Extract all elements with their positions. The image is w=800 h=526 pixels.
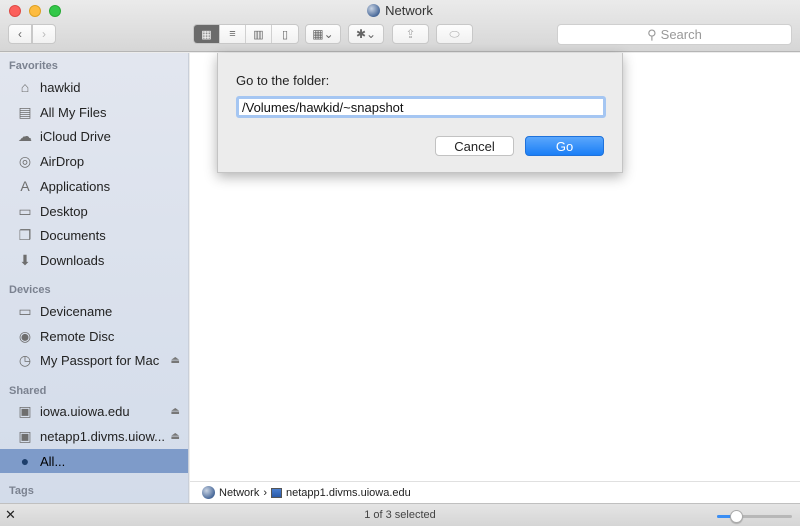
sidebar-item-label: All My Files bbox=[40, 104, 107, 120]
sidebar-item-airdrop[interactable]: ◎ AirDrop bbox=[0, 149, 188, 173]
sidebar-item-label: Downloads bbox=[40, 252, 105, 268]
sidebar-item-devicename[interactable]: ▭ Devicename bbox=[0, 299, 188, 323]
tag-icon: ⬭ bbox=[449, 26, 460, 41]
action-button[interactable]: ✱⌄ bbox=[348, 24, 384, 44]
sidebar-item-label: Devicename bbox=[40, 303, 113, 319]
back-button[interactable]: ‹ bbox=[8, 24, 32, 44]
view-mode-segmented-control: ▦ ≡ ▥ ▯ bbox=[193, 24, 299, 44]
sidebar: Favorites ⌂ hawkid ▤ All My Files ☁ iClo… bbox=[0, 53, 189, 503]
column-view-icon: ▥ bbox=[253, 28, 264, 41]
server-icon: ▣ bbox=[18, 427, 32, 444]
chevron-left-icon: ‹ bbox=[18, 27, 22, 41]
time-machine-drive-icon: ◷ bbox=[18, 351, 32, 368]
sidebar-section-tags: Tags bbox=[9, 485, 34, 497]
window-title-text: Network bbox=[385, 3, 433, 18]
sidebar-item-applications[interactable]: A Applications bbox=[0, 174, 188, 198]
cover-flow-icon: ▯ bbox=[281, 28, 289, 41]
sidebar-item-label: iowa.uiowa.edu bbox=[40, 403, 130, 419]
sidebar-section-shared: Shared bbox=[9, 385, 47, 397]
go-to-folder-dialog: Go to the folder: Cancel Go bbox=[217, 53, 623, 173]
eject-icon[interactable]: ⏏ bbox=[171, 406, 180, 417]
sidebar-item-label: Remote Disc bbox=[40, 328, 115, 344]
search-field[interactable]: ⚲ Search bbox=[557, 24, 792, 45]
chevron-right-icon: › bbox=[42, 27, 46, 41]
laptop-icon: ▭ bbox=[18, 302, 32, 319]
sidebar-item-my-passport[interactable]: ◷ My Passport for Mac ⏏ bbox=[0, 348, 188, 372]
sidebar-item-label: Documents bbox=[40, 227, 106, 243]
sidebar-section-devices: Devices bbox=[9, 284, 51, 296]
arrange-button[interactable]: ▦⌄ bbox=[305, 24, 341, 44]
go-button[interactable]: Go bbox=[525, 136, 604, 156]
network-globe-icon bbox=[202, 486, 215, 499]
column-view-button[interactable]: ▥ bbox=[246, 25, 272, 43]
sidebar-item-netapp1[interactable]: ▣ netapp1.divms.uiow... ⏏ bbox=[0, 424, 188, 448]
cover-flow-view-button[interactable]: ▯ bbox=[272, 25, 298, 43]
sidebar-item-label: iCloud Drive bbox=[40, 128, 111, 144]
network-globe-icon: ● bbox=[20, 453, 30, 469]
path-item-network[interactable]: Network bbox=[219, 487, 259, 499]
sidebar-item-label: My Passport for Mac bbox=[40, 352, 160, 368]
path-separator-icon: › bbox=[263, 486, 268, 499]
forward-button[interactable]: › bbox=[32, 24, 56, 44]
sidebar-item-label: Applications bbox=[40, 178, 111, 194]
sidebar-item-downloads[interactable]: ⬇ Downloads bbox=[0, 248, 188, 272]
cancel-button[interactable]: Cancel bbox=[435, 136, 514, 156]
folder-path-input[interactable] bbox=[236, 96, 606, 118]
disc-icon: ◉ bbox=[18, 327, 32, 344]
network-globe-icon bbox=[367, 4, 381, 17]
icon-size-slider[interactable] bbox=[717, 510, 792, 523]
airdrop-icon: ◎ bbox=[18, 152, 32, 169]
path-item-server[interactable]: netapp1.divms.uiowa.edu bbox=[286, 487, 411, 499]
all-files-icon: ▤ bbox=[18, 103, 32, 120]
list-view-icon: ≡ bbox=[229, 28, 236, 40]
sidebar-item-hawkid[interactable]: ⌂ hawkid bbox=[0, 75, 188, 99]
window-titlebar: Network ‹ › ▦ ≡ ▥ ▯ ▦⌄ ✱⌄ ⇪ ⬭ ⚲ Search bbox=[0, 0, 800, 52]
sidebar-section-favorites: Favorites bbox=[9, 60, 58, 72]
sidebar-item-iowa-uiowa[interactable]: ▣ iowa.uiowa.edu ⏏ bbox=[0, 399, 188, 423]
search-placeholder: Search bbox=[660, 27, 702, 42]
share-button[interactable]: ⇪ bbox=[392, 24, 429, 44]
sidebar-item-documents[interactable]: ❐ Documents bbox=[0, 223, 188, 247]
downloads-icon: ⬇ bbox=[19, 251, 31, 268]
sidebar-item-label: All... bbox=[40, 453, 66, 469]
sidebar-item-label: hawkid bbox=[40, 79, 81, 95]
slider-knob[interactable] bbox=[729, 510, 743, 523]
share-icon: ⇪ bbox=[405, 27, 416, 41]
status-bar: ✕ 1 of 3 selected bbox=[0, 503, 800, 526]
home-icon: ⌂ bbox=[20, 79, 30, 95]
cloud-icon: ☁ bbox=[18, 127, 32, 144]
eject-icon[interactable]: ⏏ bbox=[171, 431, 180, 442]
window-title: Network bbox=[0, 3, 800, 18]
sidebar-item-desktop[interactable]: ▭ Desktop bbox=[0, 199, 188, 223]
path-bar: Network › netapp1.divms.uiowa.edu bbox=[190, 481, 800, 503]
eject-icon[interactable]: ⏏ bbox=[171, 355, 180, 366]
sidebar-item-remote-disc[interactable]: ◉ Remote Disc bbox=[0, 324, 188, 348]
list-view-button[interactable]: ≡ bbox=[220, 25, 246, 43]
sidebar-item-all-network[interactable]: ● All... bbox=[0, 449, 188, 473]
sidebar-item-label: netapp1.divms.uiow... bbox=[40, 428, 166, 444]
desktop-icon: ▭ bbox=[18, 202, 32, 219]
arrange-grid-icon: ▦⌄ bbox=[312, 27, 334, 41]
sidebar-item-label: Desktop bbox=[40, 203, 88, 219]
icon-view-button[interactable]: ▦ bbox=[194, 25, 220, 43]
search-icon: ⚲ bbox=[647, 26, 657, 42]
gear-icon: ✱⌄ bbox=[355, 27, 377, 41]
sidebar-item-label: AirDrop bbox=[40, 153, 85, 169]
server-icon bbox=[271, 487, 283, 498]
icon-view-icon: ▦ bbox=[201, 28, 212, 41]
sidebar-item-all-my-files[interactable]: ▤ All My Files bbox=[0, 100, 188, 124]
documents-icon: ❐ bbox=[18, 226, 32, 243]
server-icon: ▣ bbox=[18, 402, 32, 419]
applications-icon: A bbox=[20, 178, 30, 194]
selection-status: 1 of 3 selected bbox=[364, 509, 436, 521]
dialog-label: Go to the folder: bbox=[236, 73, 330, 88]
sidebar-item-icloud-drive[interactable]: ☁ iCloud Drive bbox=[0, 124, 188, 148]
tag-button[interactable]: ⬭ bbox=[436, 24, 473, 44]
